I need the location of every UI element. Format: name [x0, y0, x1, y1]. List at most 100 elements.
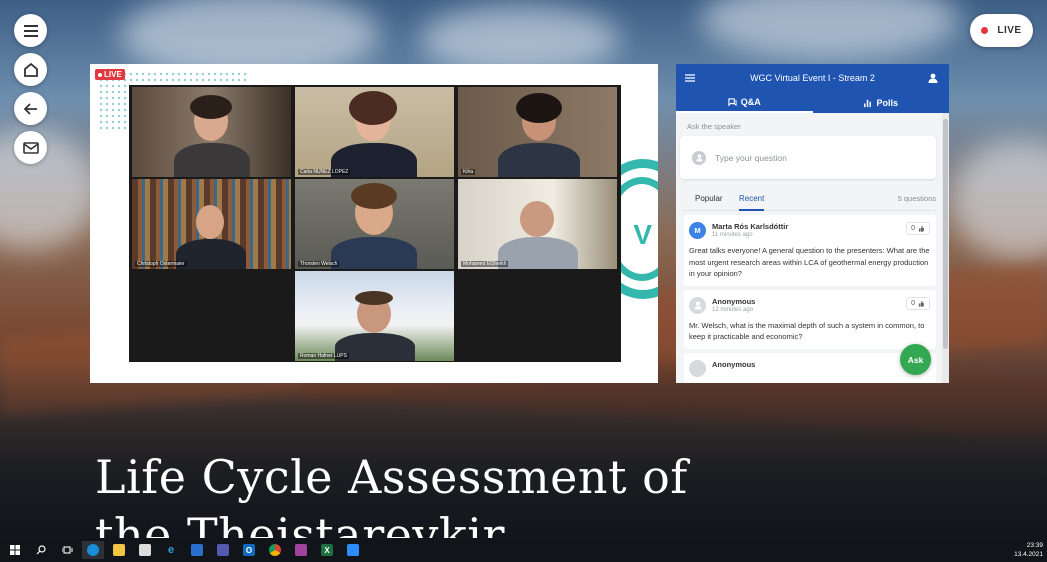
- zoom-icon: [347, 544, 359, 556]
- store-icon: [139, 544, 151, 556]
- taskbar: e O X 23:39 13.4.2021: [0, 538, 1047, 562]
- windows-icon: [10, 545, 20, 555]
- panel-header: WGC Virtual Event I - Stream 2 Q&A Polls: [676, 64, 949, 113]
- thumbs-up-icon: [918, 300, 925, 307]
- user-icon[interactable]: [927, 72, 939, 84]
- like-button[interactable]: 0: [906, 222, 930, 235]
- mail-app-icon: [191, 544, 203, 556]
- participant-tile: Kiha: [458, 87, 617, 177]
- hamburger-icon: [23, 24, 38, 37]
- back-button[interactable]: [14, 92, 47, 125]
- like-count: 0: [911, 225, 915, 232]
- participant-name: Christoph Ostermaier: [135, 261, 187, 267]
- participant-name: Mohamed ElSheikh: [461, 261, 509, 267]
- sort-bar: Popular Recent 5 questions: [684, 189, 936, 211]
- stream-live-badge: LIVE: [95, 69, 125, 80]
- video-stream[interactable]: LIVE V Carla NUNEZ LOPEZ Kiha Christoph …: [90, 64, 658, 383]
- sort-recent[interactable]: Recent: [739, 194, 765, 211]
- user-avatar-icon: [692, 150, 706, 165]
- clock-date: 13.4.2021: [1014, 551, 1043, 558]
- participant-tile: Roman Hafner LUPS: [295, 271, 454, 361]
- live-indicator[interactable]: LIVE: [970, 14, 1033, 47]
- excel-app[interactable]: X: [316, 541, 338, 559]
- question-count: 5 questions: [897, 194, 936, 203]
- question-input[interactable]: Type your question: [680, 136, 936, 179]
- like-count: 0: [911, 299, 915, 307]
- tab-qa-label: Q&A: [740, 97, 761, 107]
- event-title: WGC Virtual Event I - Stream 2: [750, 73, 875, 83]
- menu-button[interactable]: [14, 14, 47, 47]
- question-text: Great talks everyone! A general question…: [689, 246, 930, 278]
- file-explorer-app[interactable]: [108, 541, 130, 559]
- question-text: Mr. Welsch, what is the maximal depth of…: [689, 320, 925, 342]
- clock-time: 23:39: [1026, 542, 1043, 549]
- teams-icon: [217, 544, 229, 556]
- chrome-app[interactable]: [264, 541, 286, 559]
- participant-name: Kiha: [461, 169, 476, 175]
- logo-letter: V: [633, 219, 652, 250]
- mail-icon: [22, 141, 39, 154]
- panel-scrollbar[interactable]: [942, 113, 949, 383]
- zoom-app[interactable]: [342, 541, 364, 559]
- chat-icon: [728, 97, 737, 107]
- question-author: Anonymous: [712, 359, 756, 369]
- anonymous-avatar-icon: [689, 296, 706, 314]
- ask-speaker-label: Ask the speaker: [687, 122, 741, 131]
- participant-tile: Thorsten Welsch: [295, 179, 454, 269]
- participant-tile: Carla NUNEZ LOPEZ: [295, 87, 454, 177]
- participant-tile: [132, 87, 291, 177]
- folder-icon: [113, 544, 125, 556]
- task-view-button[interactable]: [56, 541, 78, 559]
- question-card: M Marta Rós Karlsdóttir 11 minutes ago 0…: [684, 215, 936, 286]
- ie-app[interactable]: e: [160, 541, 182, 559]
- home-icon: [23, 62, 38, 77]
- tab-polls[interactable]: Polls: [813, 93, 950, 113]
- like-button[interactable]: 0: [906, 296, 930, 310]
- live-label: LIVE: [997, 25, 1022, 36]
- stream-live-label: LIVE: [104, 70, 122, 79]
- question-time: 12 minutes ago: [712, 306, 754, 313]
- question-card: Anonymous: [684, 352, 936, 383]
- outlook-app[interactable]: O: [238, 541, 260, 559]
- edge-app[interactable]: [82, 541, 104, 559]
- participant-tile: Mohamed ElSheikh: [458, 179, 617, 269]
- chrome-icon: [269, 544, 281, 556]
- system-clock[interactable]: 23:39 13.4.2021: [1014, 541, 1043, 559]
- participant-tile-active: Christoph Ostermaier: [132, 179, 291, 269]
- participant-name: Thorsten Welsch: [298, 261, 340, 267]
- onenote-app[interactable]: [290, 541, 312, 559]
- avatar: M: [689, 222, 706, 239]
- tab-qa[interactable]: Q&A: [676, 93, 813, 113]
- mail-button[interactable]: [14, 131, 47, 164]
- app-icon: [295, 544, 307, 556]
- arrow-left-icon: [23, 102, 37, 115]
- question-time: 11 minutes ago: [712, 232, 753, 238]
- search-button[interactable]: [30, 541, 52, 559]
- teams-app[interactable]: [212, 541, 234, 559]
- participant-name: Carla NUNEZ LOPEZ: [298, 169, 351, 175]
- question-author: Anonymous: [712, 296, 756, 306]
- qa-panel: WGC Virtual Event I - Stream 2 Q&A Polls…: [676, 64, 949, 383]
- question-card: Anonymous 12 minutes ago 0 Mr. Welsch, w…: [684, 289, 936, 349]
- participant-name: Roman Hafner LUPS: [298, 353, 349, 359]
- internet-explorer-icon: e: [167, 544, 175, 556]
- question-author: Marta Rós Karlsdóttir: [712, 222, 789, 231]
- tab-polls-label: Polls: [876, 98, 898, 108]
- sort-popular[interactable]: Popular: [695, 194, 723, 203]
- video-conference-grid: Carla NUNEZ LOPEZ Kiha Christoph Osterma…: [129, 85, 621, 362]
- bar-chart-icon: [864, 99, 872, 107]
- anonymous-avatar-icon: [689, 359, 706, 377]
- mail-app[interactable]: [186, 541, 208, 559]
- edge-icon: [87, 544, 99, 556]
- thumbs-up-icon: [918, 225, 925, 232]
- start-button[interactable]: [4, 541, 26, 559]
- home-button[interactable]: [14, 53, 47, 86]
- live-dot-icon: [981, 27, 989, 34]
- task-view-icon: [61, 546, 72, 554]
- store-app[interactable]: [134, 541, 156, 559]
- question-placeholder: Type your question: [715, 152, 787, 163]
- excel-icon: X: [321, 544, 333, 556]
- ask-button[interactable]: Ask: [900, 344, 931, 375]
- outlook-icon: O: [243, 544, 255, 556]
- search-icon: [36, 545, 46, 555]
